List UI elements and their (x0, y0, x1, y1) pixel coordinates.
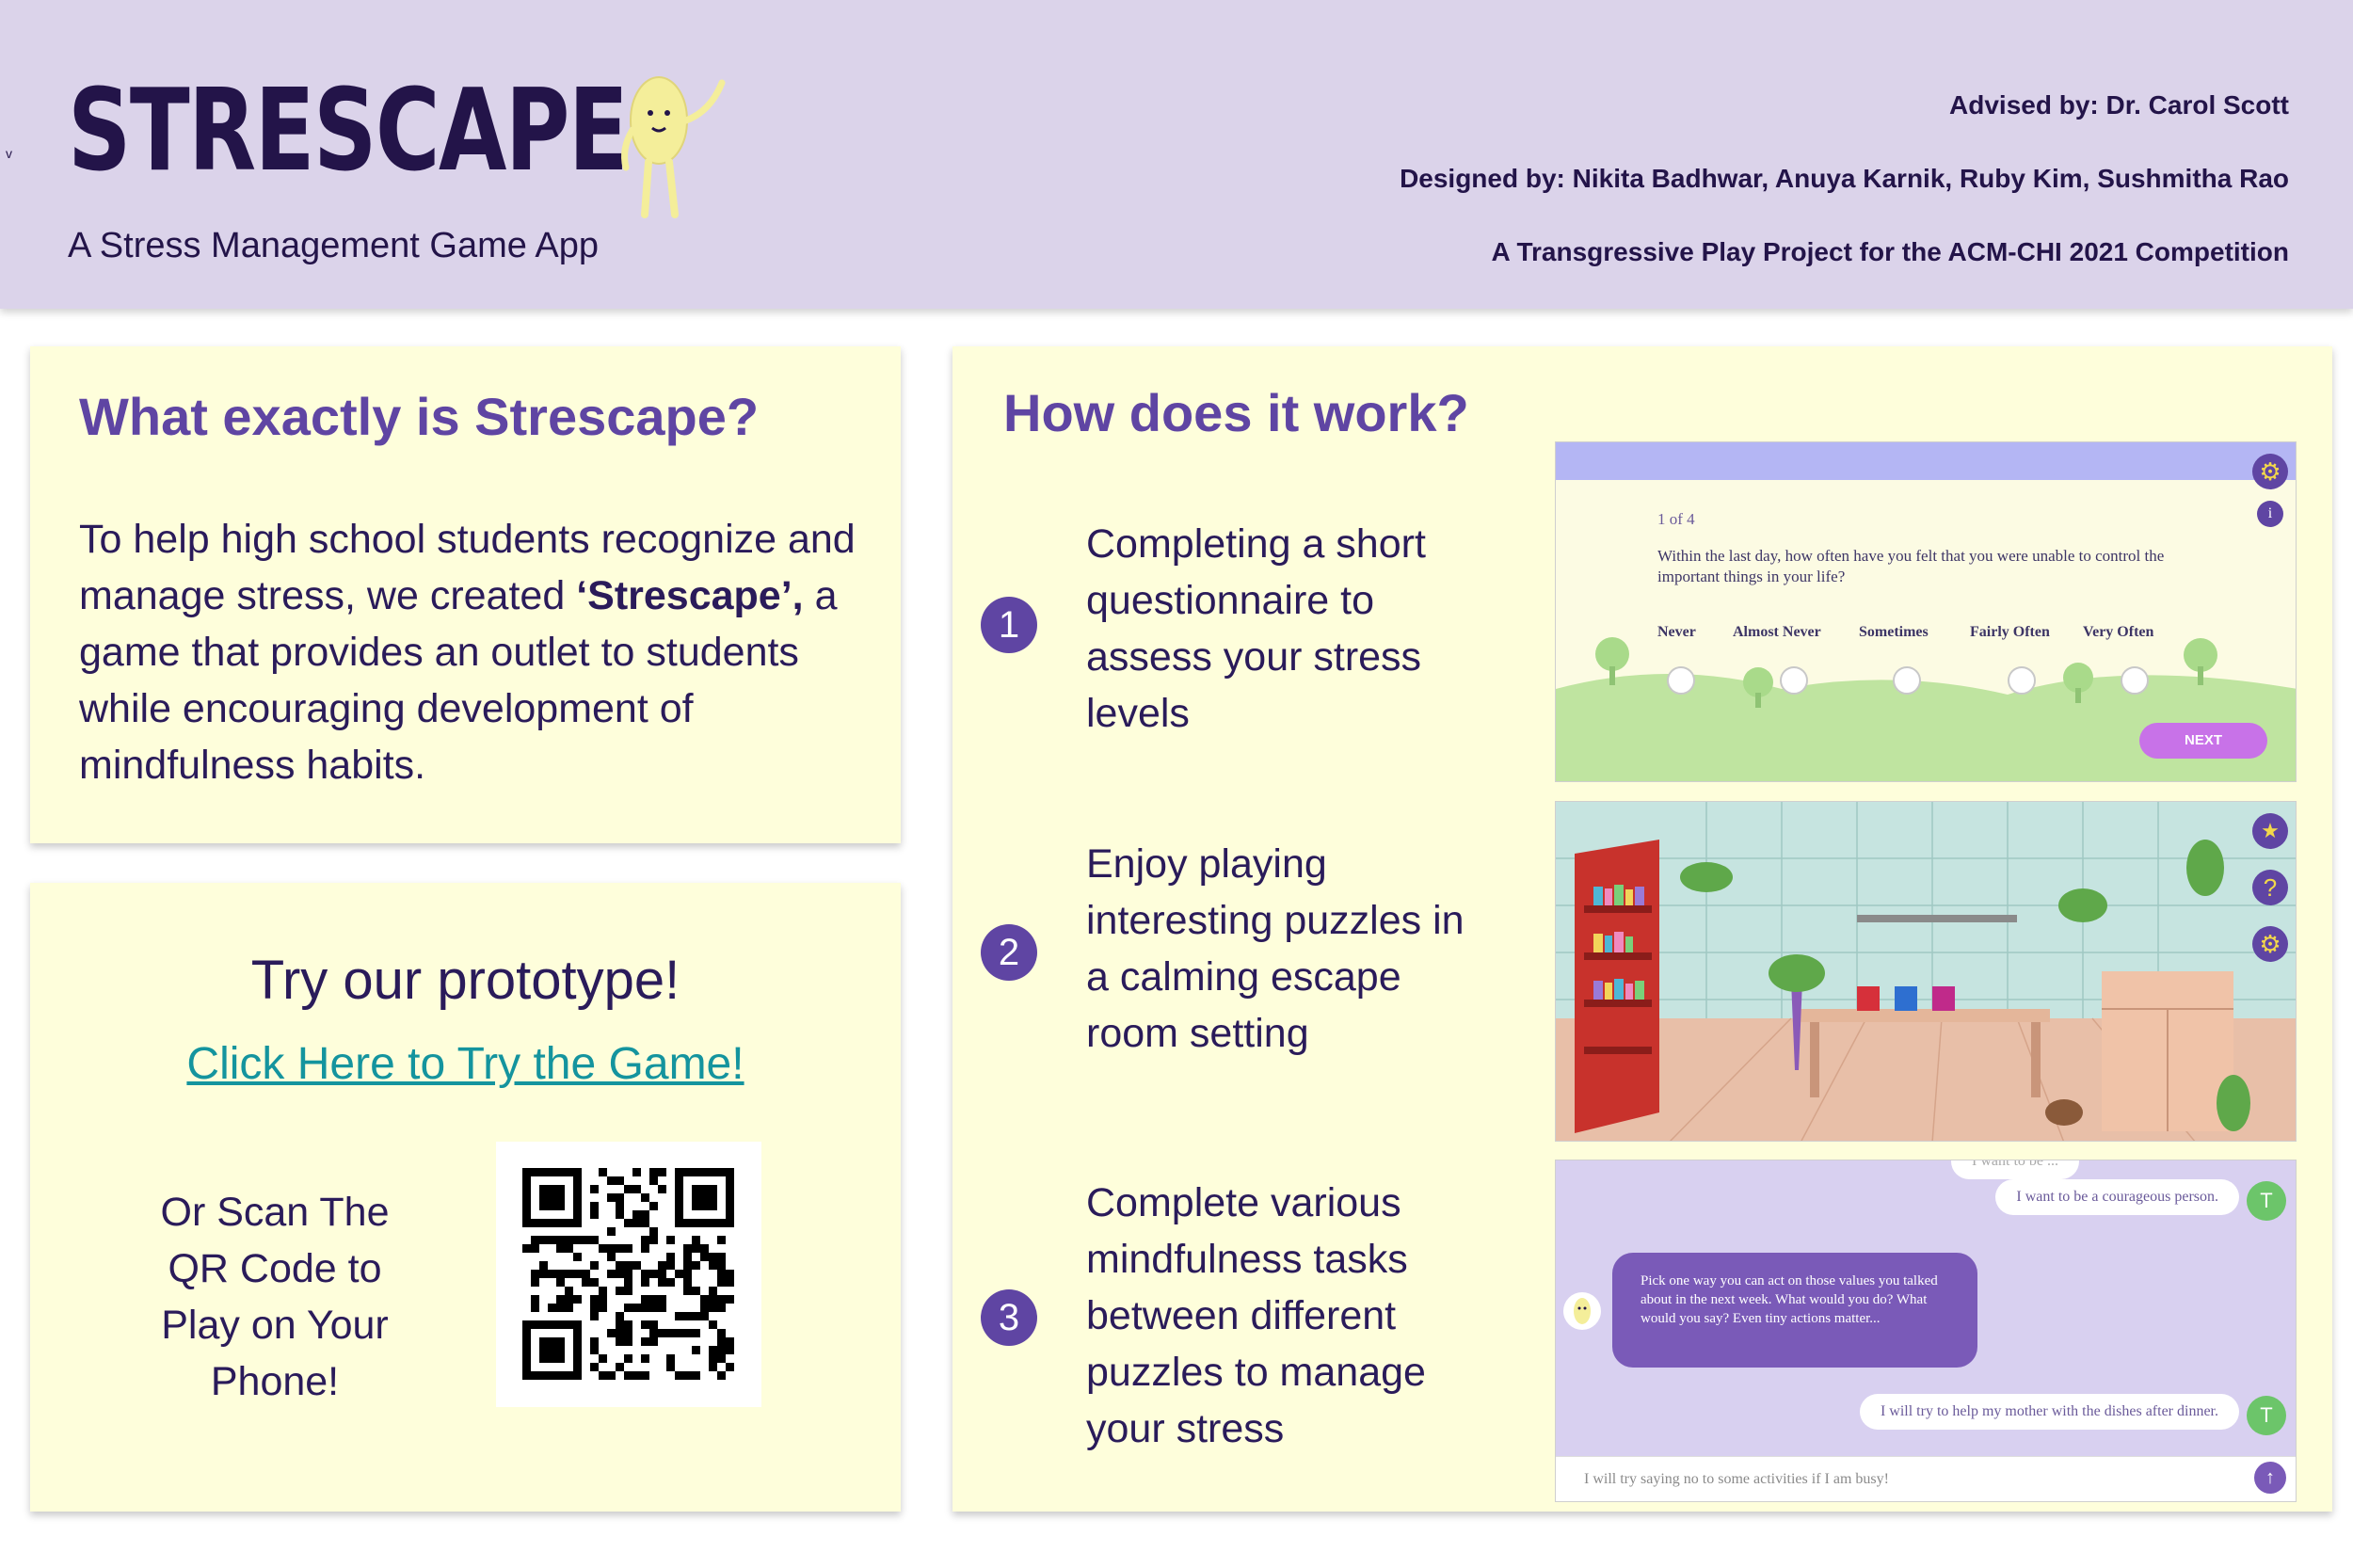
app-tagline: A Stress Management Game App (68, 226, 599, 265)
next-button[interactable]: NEXT (2139, 723, 2267, 759)
project-credit: A Transgressive Play Project for the ACM… (1491, 237, 2289, 266)
step-2-text: Enjoy playing interesting puzzles in a c… (1086, 841, 1465, 1056)
questionnaire-screenshot: ⚙ i 1 of 4 Within the last day, how ofte… (1555, 441, 2297, 782)
try-panel: Try our prototype! Click Here to Try the… (30, 883, 901, 1512)
how-heading: How does it work? (1003, 383, 1469, 442)
escape-room-scene (1556, 802, 2296, 1141)
what-panel: What exactly is Strescape? To help high … (30, 346, 901, 843)
radio-never[interactable] (1667, 666, 1695, 695)
step-3-text: Complete various mindfulness tasks betwe… (1086, 1180, 1426, 1451)
try-heading: Try our prototype! (250, 950, 680, 1011)
option-sometimes-label: Sometimes (1859, 624, 1929, 640)
radio-almost-never[interactable] (1780, 666, 1808, 695)
chat-partial-message: I want to be ... (1951, 1160, 2079, 1179)
help-icon[interactable]: ? (2252, 870, 2288, 905)
chat-input-field[interactable]: I will try saying no to some activities … (1556, 1456, 2296, 1501)
scan-instructions: Or Scan The QR Code to Play on Your Phon… (160, 1190, 390, 1404)
question-text: Within the last day, how often have you … (1657, 547, 2165, 585)
mascot-icon (621, 76, 726, 218)
mascot-avatar-icon-glyph (1574, 1298, 1591, 1324)
user-avatar-2: T (2247, 1396, 2286, 1435)
radio-fairly-often[interactable] (2008, 666, 2036, 695)
question-counter: 1 of 4 (1657, 510, 1695, 528)
settings-gear-icon[interactable]: ⚙ (2252, 454, 2288, 489)
designer-credit: Designed by: Nikita Badhwar, Anuya Karni… (1400, 164, 2289, 193)
corner-mark: v (6, 146, 12, 161)
what-description: To help high school students recognize a… (79, 511, 860, 793)
send-arrow-icon[interactable]: ↑ (2254, 1462, 2286, 1494)
step-1-text: Completing a short questionnaire to asse… (1086, 521, 1426, 736)
step-2-badge: 2 (981, 924, 1037, 981)
option-never-label: Never (1657, 624, 1696, 640)
what-heading: What exactly is Strescape? (79, 387, 760, 446)
mascot-avatar-icon (1563, 1292, 1601, 1330)
step-1-badge: 1 (981, 597, 1037, 653)
option-fairly-often-label: Fairly Often (1970, 624, 2050, 640)
escape-room-screenshot: ★ ? ⚙ (1555, 801, 2297, 1142)
option-almost-never-label: Almost Never (1733, 624, 1821, 640)
what-body-bold: ‘Strescape’, (576, 573, 804, 618)
star-icon[interactable]: ★ (2252, 813, 2288, 849)
radio-sometimes[interactable] (1893, 666, 1921, 695)
chat-user-message-1: I want to be a courageous person. (1995, 1179, 2239, 1215)
header-banner: v STRESCAPE A Stress Management Game App… (0, 0, 2353, 309)
chat-user-message-2: I will try to help my mother with the di… (1859, 1394, 2239, 1430)
qr-code-icon (522, 1168, 734, 1380)
try-game-link[interactable]: Click Here to Try the Game! (30, 1038, 901, 1090)
credits-block: Advised by: Dr. Carol Scott Designed by:… (1400, 90, 2289, 311)
step-3-badge: 3 (981, 1289, 1037, 1346)
advisor-credit: Advised by: Dr. Carol Scott (1949, 90, 2289, 120)
chat-bot-message: Pick one way you can act on those values… (1612, 1253, 1977, 1368)
info-icon[interactable]: i (2257, 501, 2283, 527)
chat-screenshot: I want to be ... I want to be a courageo… (1555, 1160, 2297, 1502)
qr-code[interactable] (496, 1142, 761, 1407)
user-avatar: T (2247, 1181, 2286, 1221)
how-panel: How does it work? 1 Completing a short q… (952, 346, 2332, 1512)
radio-very-often[interactable] (2121, 666, 2149, 695)
option-very-often-label: Very Often (2083, 624, 2154, 640)
app-title: STRESCAPE (68, 66, 629, 197)
settings-gear-icon-2[interactable]: ⚙ (2252, 926, 2288, 962)
